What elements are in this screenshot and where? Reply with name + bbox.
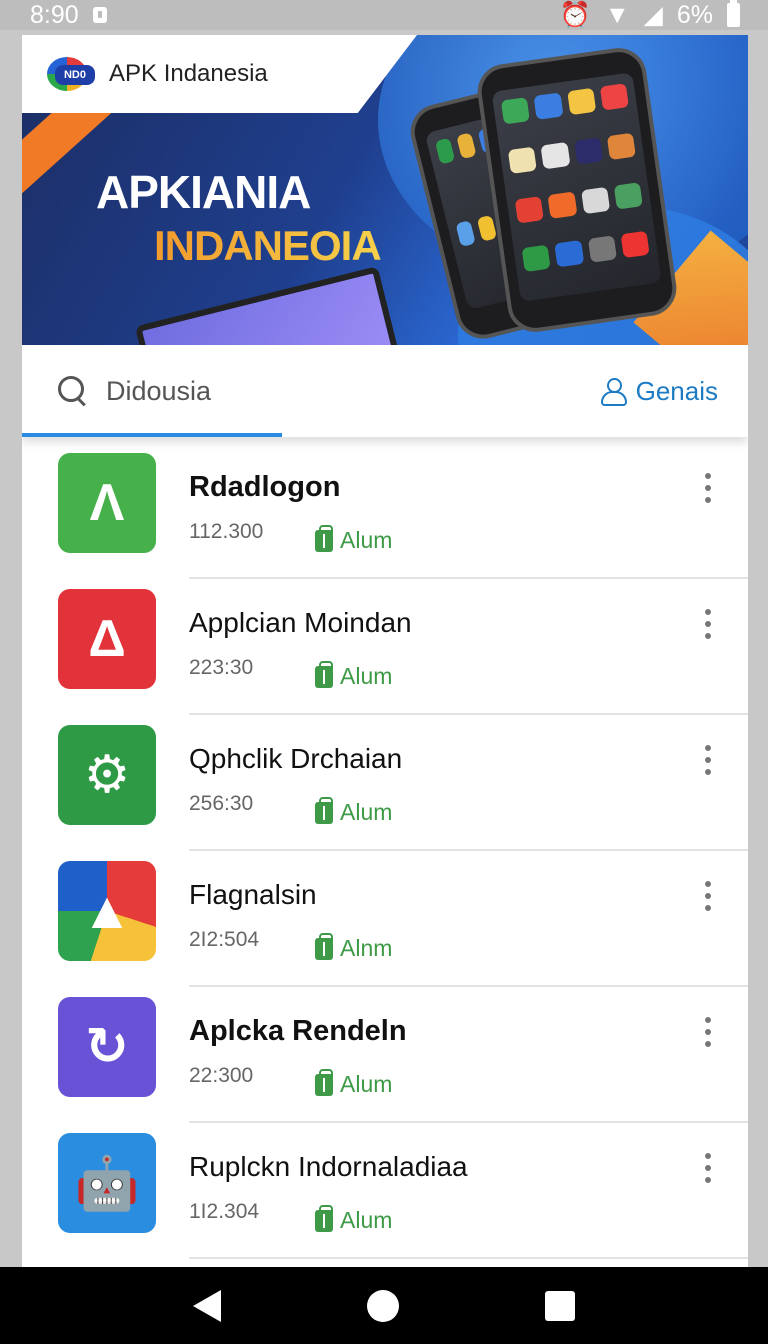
app-list: Λ Rdadlogon 112.300 Alum Δ Applcian Moin… bbox=[22, 437, 748, 1259]
status-bar: 8:90 ⏰ ▼ ◢ 6% bbox=[0, 0, 768, 30]
banner-subtitle: INDANEOIA bbox=[154, 222, 382, 269]
signal-icon: ◢ bbox=[643, 1, 663, 29]
app-card: ND0 APK Indanesia APKIANIA INDANEOIA Gen… bbox=[22, 35, 748, 1267]
more-options-button[interactable] bbox=[698, 881, 718, 911]
battery-level: 6% bbox=[676, 0, 713, 29]
search-input[interactable] bbox=[106, 375, 600, 407]
app-size: 1I2.304 bbox=[189, 1200, 260, 1223]
app-size: 223:30 bbox=[189, 656, 254, 679]
more-options-button[interactable] bbox=[698, 473, 718, 503]
refresh-ring-icon: ↻ bbox=[58, 997, 156, 1097]
tag-label: Alum bbox=[340, 799, 393, 825]
header-bar: ND0 APK Indanesia bbox=[22, 35, 417, 113]
tag-label: Alum bbox=[340, 1071, 393, 1097]
app-title: Ruplckn Indornaladiaa bbox=[189, 1151, 468, 1182]
app-title: Rdadlogon bbox=[189, 471, 341, 503]
home-icon[interactable] bbox=[367, 1289, 399, 1322]
app-logo: ND0 bbox=[47, 51, 99, 97]
app-size: 256:30 bbox=[189, 792, 254, 815]
gear-icon: ⚙ bbox=[58, 725, 156, 825]
divider bbox=[189, 1257, 748, 1259]
battery-icon bbox=[727, 0, 740, 27]
app-tag: Alum bbox=[315, 524, 393, 554]
app-title: Applcian Moindan bbox=[189, 607, 412, 638]
logo-badge: ND0 bbox=[55, 65, 95, 85]
android-a-icon: Λ bbox=[58, 453, 156, 553]
tag-label: Alum bbox=[340, 663, 393, 689]
more-options-button[interactable] bbox=[698, 1017, 718, 1047]
list-item[interactable]: 🤖 Ruplckn Indornaladiaa 1I2.304 Alum bbox=[22, 1123, 748, 1259]
app-tag: Alum bbox=[315, 660, 393, 690]
bag-icon bbox=[315, 660, 333, 688]
app-title: Flagnalsin bbox=[189, 879, 317, 910]
back-icon[interactable] bbox=[193, 1289, 221, 1322]
android-robot-icon: 🤖 bbox=[58, 1133, 156, 1233]
bag-icon bbox=[315, 796, 333, 824]
recent-apps-icon[interactable] bbox=[545, 1290, 575, 1321]
status-time: 8:90 bbox=[30, 0, 79, 29]
navigation-bar bbox=[0, 1267, 768, 1344]
app-tag: Alum bbox=[315, 1204, 393, 1234]
bag-icon bbox=[315, 1068, 333, 1096]
tag-label: Alum bbox=[340, 527, 393, 553]
app-size: 112.300 bbox=[189, 520, 264, 543]
search-bar: Genais bbox=[22, 345, 748, 437]
app-name: APK Indanesia bbox=[109, 60, 268, 87]
banner: ND0 APK Indanesia APKIANIA INDANEOIA bbox=[22, 35, 748, 345]
list-item[interactable]: ▲ Flagnalsin 2I2:504 Alnm bbox=[22, 851, 748, 987]
notification-icon bbox=[92, 7, 107, 23]
genre-label: Genais bbox=[635, 375, 718, 406]
banner-title: APKIANIA bbox=[96, 166, 311, 218]
bag-icon bbox=[315, 932, 333, 960]
bag-icon bbox=[315, 1204, 333, 1232]
app-title: Qphclik Drchaian bbox=[189, 743, 403, 774]
user-icon bbox=[600, 378, 627, 406]
app-size: 2I2:504 bbox=[189, 928, 260, 951]
more-options-button[interactable] bbox=[698, 745, 718, 775]
app-tag: Alum bbox=[315, 1068, 393, 1098]
list-item[interactable]: ⚙ Qphclik Drchaian 256:30 Alum bbox=[22, 715, 748, 851]
triangle-logo-icon: ▲ bbox=[58, 861, 156, 961]
bag-icon bbox=[315, 524, 333, 552]
more-options-button[interactable] bbox=[698, 1153, 718, 1183]
red-arrow-icon: Δ bbox=[58, 589, 156, 689]
laptop-illustration bbox=[134, 266, 400, 345]
tag-label: Alum bbox=[340, 1207, 393, 1233]
tag-label: Alnm bbox=[340, 935, 393, 961]
more-options-button[interactable] bbox=[698, 609, 718, 639]
search-icon[interactable] bbox=[58, 376, 88, 406]
app-tag: Alnm bbox=[315, 932, 393, 962]
app-size: 22:300 bbox=[189, 1064, 254, 1087]
list-item[interactable]: ↻ Aplcka Rendeln 22:300 Alum bbox=[22, 987, 748, 1123]
wifi-icon: ▼ bbox=[604, 0, 630, 29]
list-item[interactable]: Λ Rdadlogon 112.300 Alum bbox=[22, 443, 748, 579]
app-title: Aplcka Rendeln bbox=[189, 1015, 407, 1047]
app-tag: Alum bbox=[315, 796, 393, 826]
alarm-icon: ⏰ bbox=[559, 0, 591, 29]
list-item[interactable]: Δ Applcian Moindan 223:30 Alum bbox=[22, 579, 748, 715]
genre-button[interactable]: Genais bbox=[600, 376, 718, 407]
